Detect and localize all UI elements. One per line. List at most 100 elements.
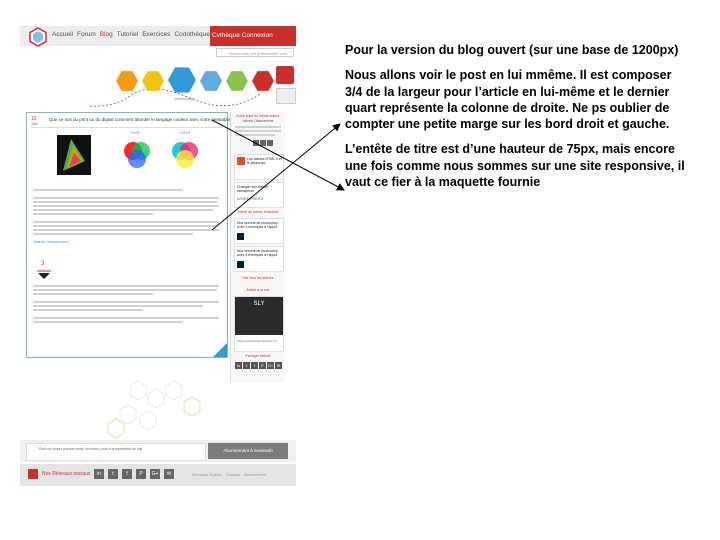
text-line bbox=[33, 293, 153, 295]
nav-forum[interactable]: Forum bbox=[77, 31, 96, 38]
text-line bbox=[33, 317, 219, 319]
comment-count: 3 bbox=[41, 261, 45, 267]
subscribe-button[interactable]: Abonnement à newsweb bbox=[208, 443, 288, 459]
email-icon[interactable]: ✉ bbox=[275, 362, 282, 369]
sly-logo: SLY bbox=[253, 301, 265, 307]
sidebar-section-title: Article à la une bbox=[246, 288, 270, 292]
nav-accueil[interactable]: Accueil bbox=[52, 31, 73, 38]
text-line bbox=[33, 225, 217, 227]
social-icon[interactable] bbox=[267, 140, 273, 146]
sidebar-card-photoshop[interactable]: Nos secrets de photoshop avec 3 exemples… bbox=[234, 246, 284, 272]
linkedin-icon[interactable]: in bbox=[235, 362, 242, 369]
nav-codotheque[interactable]: Codothèque bbox=[174, 31, 209, 38]
footer-link[interactable]: Abonnement bbox=[244, 472, 267, 477]
nav-tutoriel[interactable]: Tutoriel bbox=[117, 31, 138, 38]
article-panel: 12 Juin Que ce soit du print ou du digit… bbox=[26, 112, 233, 358]
wordpress-logo: WORDPRESS bbox=[237, 196, 264, 201]
text-line bbox=[33, 221, 219, 223]
nav-account-area: Cvthèque Connexion bbox=[210, 26, 296, 46]
card-title: Nos secrets de photoshop avec 3 exemples… bbox=[237, 221, 278, 229]
text-line bbox=[33, 289, 217, 291]
photoshop-icon bbox=[237, 261, 244, 268]
googleplus-icon[interactable]: G+ bbox=[267, 362, 274, 369]
card-title: Changer son thème Wordpress bbox=[237, 185, 268, 193]
title-divider bbox=[31, 127, 223, 128]
email-icon[interactable]: ✉ bbox=[164, 469, 174, 479]
text-line bbox=[33, 209, 213, 211]
top-navigation-bar: Accueil Forum Blog Tutoriel Exercices Co… bbox=[20, 26, 296, 47]
user-avatar[interactable] bbox=[276, 66, 294, 84]
rvb-label: RVB bbox=[131, 130, 140, 135]
text-line bbox=[33, 205, 219, 207]
nav-cvtheque[interactable]: Cvthèque bbox=[212, 32, 240, 39]
search-input[interactable]: Rechercher sur jbaltdesweb.com bbox=[216, 48, 294, 57]
nav-connexion[interactable]: Connexion bbox=[242, 32, 273, 39]
comment-arrow-icon bbox=[37, 270, 51, 279]
site-logo-icon[interactable] bbox=[28, 27, 48, 47]
category-hex-row: Webdesign bbox=[90, 66, 290, 116]
newsletter-text: Pour ne louper aucune news, inscrivez-vo… bbox=[39, 447, 143, 451]
main-nav: Accueil Forum Blog Tutoriel Exercices Co… bbox=[52, 31, 210, 38]
footer-social-icons: in t f P G+ ✉ bbox=[94, 469, 174, 479]
social-icon[interactable] bbox=[260, 140, 266, 146]
html5-icon bbox=[237, 157, 245, 165]
text-line bbox=[33, 285, 219, 287]
text-line bbox=[33, 233, 193, 235]
facebook-icon[interactable]: f bbox=[122, 469, 132, 479]
pinterest-icon[interactable]: P bbox=[259, 362, 266, 369]
featured-caption: Sayna photoshop dentaire 2.0 bbox=[237, 339, 278, 343]
note-post-layout: Nous allons voir le post en lui mmême. I… bbox=[345, 68, 672, 131]
corner-fold-icon bbox=[213, 343, 227, 357]
twitter-icon[interactable]: t bbox=[243, 362, 250, 369]
card-title: Nos secrets de photoshop avec 3 exemples… bbox=[237, 249, 278, 257]
text-line bbox=[33, 305, 203, 307]
see-all-link[interactable]: Voir tous les articles bbox=[234, 276, 282, 280]
share-label: Partager l'article bbox=[245, 354, 271, 358]
text-line bbox=[33, 201, 217, 203]
cmjn-label: CMJN bbox=[179, 130, 191, 135]
sidebar-card-photoshop[interactable]: Nos secrets de photoshop avec 3 exemples… bbox=[234, 218, 284, 244]
text-line bbox=[235, 134, 275, 136]
sidebar-featured-card[interactable]: SLY Sayna photoshop dentaire 2.0 bbox=[234, 296, 284, 352]
text-line bbox=[33, 309, 143, 311]
social-label: Nos Réseaux sociaux bbox=[42, 471, 91, 477]
footer-link[interactable]: Contact bbox=[226, 472, 240, 477]
article-title: Que ce soit du print ou du digital comme… bbox=[49, 117, 233, 122]
facebook-icon[interactable]: f bbox=[251, 362, 258, 369]
social-footer: Nos Réseaux sociaux in t f P G+ ✉ Mentio… bbox=[20, 464, 296, 486]
nav-exercices[interactable]: Exercices bbox=[142, 31, 170, 38]
sidebar-section-title: Article du même rédacteur bbox=[237, 210, 279, 214]
photoshop-icon bbox=[237, 233, 244, 240]
footer-links: Mentions légales Contact Abonnement bbox=[192, 472, 267, 477]
text-line bbox=[33, 229, 219, 231]
text-line bbox=[33, 197, 219, 199]
sidebar-card-wordpress[interactable]: Changer son thème Wordpress WORDPRESS bbox=[234, 182, 284, 208]
note-blog-version: Pour la version du blog ouvert (sur une … bbox=[345, 43, 679, 57]
text-line bbox=[235, 130, 281, 132]
text-line bbox=[33, 321, 183, 323]
note-header-height: L’entête de titre est d’une hauteur de 7… bbox=[345, 142, 685, 189]
text-line bbox=[33, 213, 153, 215]
nav-blog[interactable]: Blog bbox=[100, 31, 113, 38]
color-models-image bbox=[57, 135, 198, 175]
author-link[interactable]: Valerie Ollassereme bbox=[33, 239, 69, 244]
blog-mockup: Accueil Forum Blog Tutoriel Exercices Co… bbox=[20, 26, 296, 486]
googleplus-icon[interactable]: G+ bbox=[150, 469, 160, 479]
side-button[interactable] bbox=[276, 88, 296, 104]
twitter-icon[interactable]: t bbox=[108, 469, 118, 479]
design-notes: Pour la version du blog ouvert (sur une … bbox=[345, 42, 685, 199]
newsletter-box: Pour ne louper aucune news, inscrivez-vo… bbox=[26, 443, 206, 461]
sidebar-card-html5[interactable]: Les balises HTML 5 et le javascript bbox=[234, 154, 284, 180]
text-line bbox=[33, 301, 219, 303]
social-icon[interactable] bbox=[253, 140, 259, 146]
decorative-hexagons bbox=[107, 380, 201, 439]
linkedin-icon[interactable]: in bbox=[94, 469, 104, 479]
author-social-icons bbox=[253, 140, 277, 146]
sidebar-author-name[interactable]: Valerie Ollassereme bbox=[234, 119, 282, 123]
sidebar-author-title: Autre sujet du même auteur bbox=[236, 114, 280, 118]
pinterest-icon[interactable]: P bbox=[136, 469, 146, 479]
newsletter-bar: Pour ne louper aucune news, inscrivez-vo… bbox=[20, 440, 296, 462]
share-icons: in t f P G+ ✉ bbox=[235, 362, 282, 369]
people-icon bbox=[28, 469, 38, 479]
footer-link[interactable]: Mentions légales bbox=[192, 472, 222, 477]
